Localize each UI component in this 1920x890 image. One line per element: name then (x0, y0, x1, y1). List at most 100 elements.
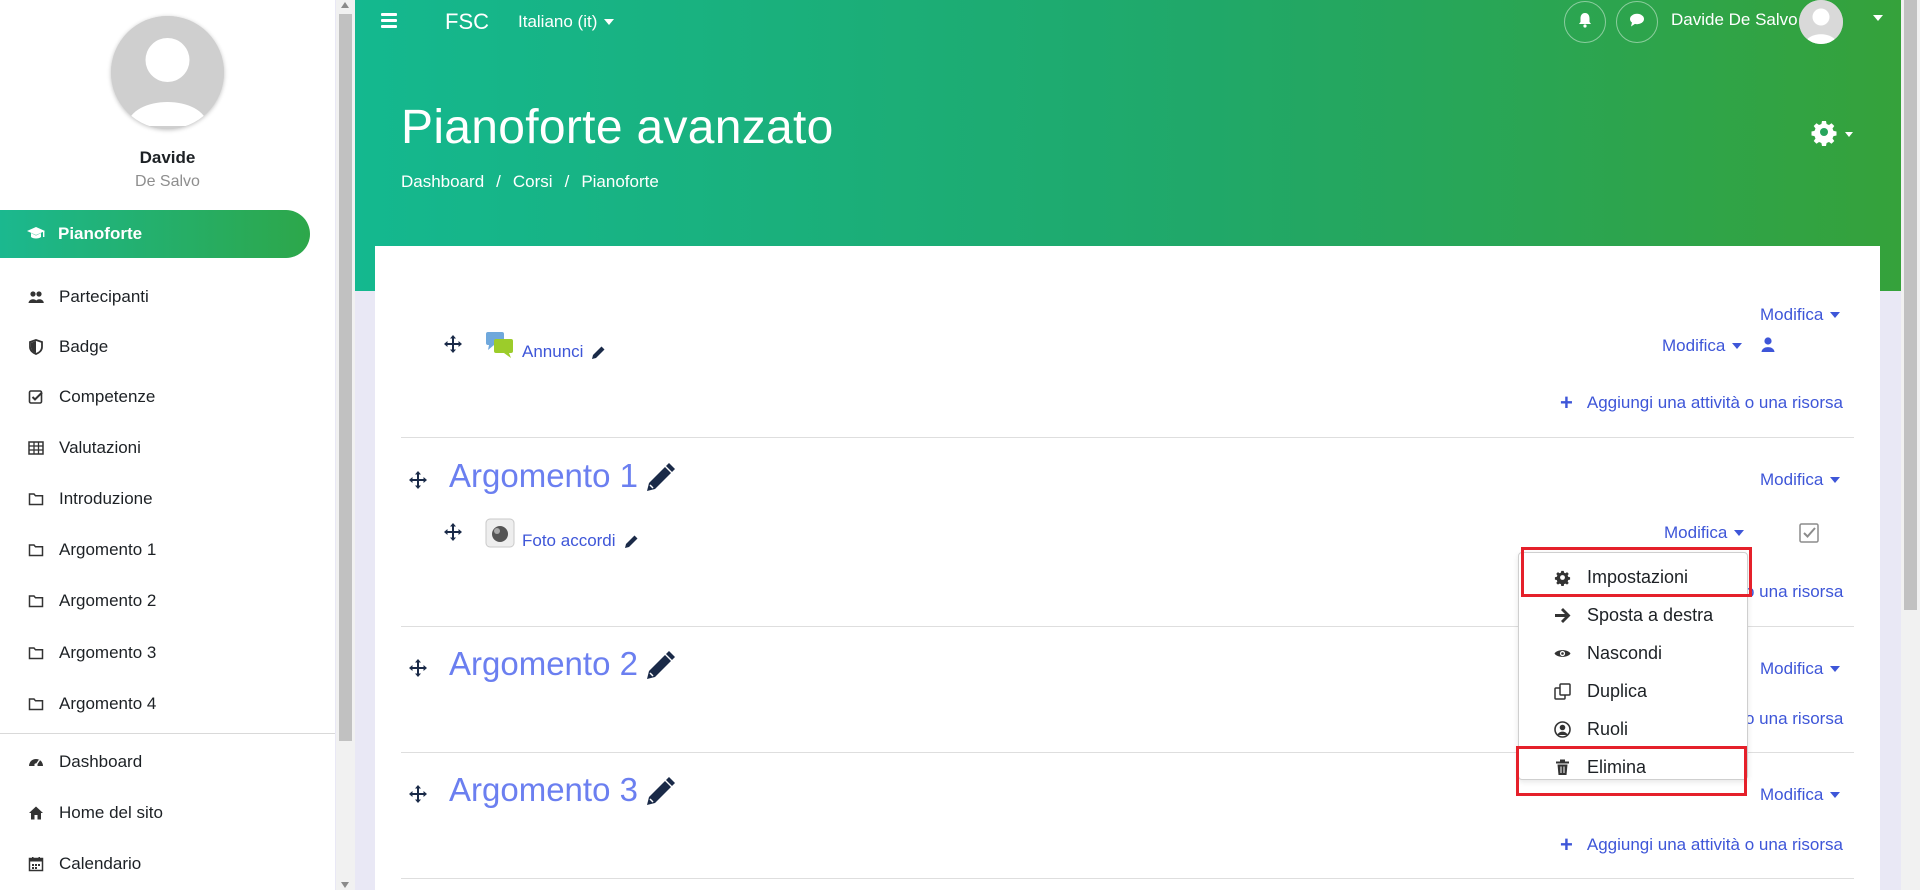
nav-item-competenze[interactable]: Competenze (0, 377, 335, 417)
activity-foto-accordi[interactable]: Foto accordi (522, 531, 639, 551)
highlight-box-impostazioni (1521, 547, 1752, 597)
window-scrollbar-thumb[interactable] (1904, 0, 1917, 610)
menu-item-nascondi[interactable]: Nascondi (1519, 634, 1749, 672)
page-title: Pianoforte avanzato (401, 101, 834, 154)
nav-item-label: Introduzione (59, 489, 153, 508)
course-settings-menu[interactable] (1810, 118, 1853, 151)
nav-item-label: Badge (59, 337, 109, 356)
activity-annunci-label: Annunci (522, 342, 584, 361)
add-activity-link-section-2[interactable]: o una risorsa (1745, 709, 1843, 729)
nav-item-label: Pianoforte (58, 224, 143, 243)
chevron-down-icon (604, 19, 615, 25)
section-3-edit-menu[interactable]: Modifica (1760, 785, 1841, 805)
nav-item-label: Argomento 1 (59, 540, 157, 559)
drawer-scrollbar[interactable] (336, 0, 355, 890)
move-icon[interactable] (444, 523, 462, 541)
completion-checkbox-icon[interactable] (1799, 523, 1819, 543)
notifications-button[interactable] (1564, 1, 1606, 43)
nav-item-home[interactable]: Home del sito (0, 793, 335, 833)
nav-drawer: Davide De Salvo Pianoforte Partecipanti … (0, 0, 335, 890)
scroll-down-arrow-icon[interactable] (341, 882, 349, 888)
shield-icon (27, 338, 45, 356)
nav-item-calendario[interactable]: Calendario (0, 844, 335, 884)
nav-item-partecipanti[interactable]: Partecipanti (0, 277, 335, 317)
nav-item-argomento-3[interactable]: Argomento 3 (0, 633, 335, 673)
nav-item-pianoforte[interactable]: Pianoforte (0, 210, 310, 258)
breadcrumb-pianoforte[interactable]: Pianoforte (581, 172, 659, 192)
move-icon[interactable] (409, 659, 427, 677)
section-title-argomento-1[interactable]: Argomento 1 (449, 457, 638, 495)
menu-item-sposta-a-destra[interactable]: Sposta a destra (1519, 596, 1749, 634)
chevron-down-icon (1830, 792, 1841, 798)
pencil-icon[interactable] (645, 463, 675, 493)
scroll-up-arrow-icon[interactable] (341, 2, 349, 8)
messages-button[interactable] (1616, 1, 1658, 43)
user-icon[interactable] (1761, 336, 1775, 354)
section-title-argomento-2[interactable]: Argomento 2 (449, 645, 638, 683)
section-1-edit-menu[interactable]: Modifica (1760, 470, 1841, 490)
site-brand[interactable]: FSC (445, 9, 489, 35)
nav-item-valutazioni[interactable]: Valutazioni (0, 428, 335, 468)
breadcrumb-dashboard[interactable]: Dashboard (401, 172, 484, 192)
menu-item-ruoli[interactable]: Ruoli (1519, 710, 1749, 748)
add-activity-link-section-3[interactable]: + Aggiungi una attività o una risorsa (1560, 834, 1843, 856)
breadcrumb-corsi[interactable]: Corsi (513, 172, 553, 192)
home-icon (27, 804, 45, 822)
pencil-icon[interactable] (645, 777, 675, 807)
bell-icon (1576, 11, 1594, 34)
edit-label: Modifica (1760, 659, 1824, 678)
section-title-argomento-3[interactable]: Argomento 3 (449, 771, 638, 809)
header-user-name[interactable]: Davide De Salvo (1671, 10, 1798, 30)
nav-item-introduzione[interactable]: Introduzione (0, 479, 335, 519)
activity-foto-accordi-edit-menu[interactable]: Modifica (1664, 523, 1745, 543)
add-activity-label: Aggiungi una attività o una risorsa (1586, 835, 1843, 854)
users-icon (27, 288, 45, 306)
nav-item-label: Argomento 2 (59, 591, 157, 610)
activity-annunci[interactable]: Annunci (522, 342, 606, 362)
user-first-name: Davide (139, 148, 196, 167)
nav-item-label: Calendario (59, 854, 142, 873)
move-icon[interactable] (409, 471, 427, 489)
image-file-icon (485, 518, 515, 548)
nav-item-argomento-4[interactable]: Argomento 4 (0, 684, 335, 724)
edit-label: Modifica (1662, 336, 1726, 355)
drawer-scrollbar-thumb[interactable] (339, 14, 352, 741)
menu-item-duplica[interactable]: Duplica (1519, 672, 1749, 710)
nav-item-label: Dashboard (59, 752, 143, 771)
nav-item-dashboard[interactable]: Dashboard (0, 742, 335, 782)
move-icon[interactable] (444, 335, 462, 353)
language-selector[interactable]: Italiano (it) (518, 12, 615, 32)
breadcrumb-separator: / (496, 172, 501, 191)
calendar-icon (27, 855, 45, 873)
user-last-name: De Salvo (135, 173, 200, 190)
activity-annunci-edit-menu[interactable]: Modifica (1662, 336, 1743, 356)
folder-icon (27, 695, 45, 713)
chat-bubble-icon (1628, 11, 1646, 34)
chevron-down-icon (1845, 132, 1853, 137)
nav-item-argomento-1[interactable]: Argomento 1 (0, 530, 335, 570)
arrow-right-icon (1552, 605, 1572, 625)
chevron-down-icon (1830, 312, 1841, 318)
nav-item-badge[interactable]: Badge (0, 327, 335, 367)
move-icon[interactable] (409, 785, 427, 803)
user-menu-chevron-icon[interactable] (1873, 15, 1883, 21)
folder-icon (27, 490, 45, 508)
section-2-edit-menu[interactable]: Modifica (1760, 659, 1841, 679)
add-activity-link-section-0[interactable]: + Aggiungi una attività o una risorsa (1560, 392, 1843, 414)
section-divider (401, 878, 1854, 879)
header-user-avatar[interactable] (1799, 0, 1843, 44)
user-circle-icon (1552, 719, 1572, 739)
nav-item-argomento-2[interactable]: Argomento 2 (0, 581, 335, 621)
user-avatar-large[interactable] (111, 16, 224, 129)
add-activity-link-section-1[interactable]: o una risorsa (1745, 582, 1843, 602)
pencil-icon[interactable] (624, 534, 639, 549)
hamburger-menu-icon[interactable] (381, 13, 397, 31)
pencil-icon[interactable] (645, 651, 675, 681)
section-0-edit-menu[interactable]: Modifica (1760, 305, 1841, 325)
edit-label: Modifica (1760, 470, 1824, 489)
dashboard-icon (27, 753, 45, 771)
graduation-cap-icon (26, 226, 46, 242)
window-scrollbar[interactable] (1901, 0, 1920, 890)
chevron-down-icon (1830, 666, 1841, 672)
pencil-icon[interactable] (591, 345, 606, 360)
